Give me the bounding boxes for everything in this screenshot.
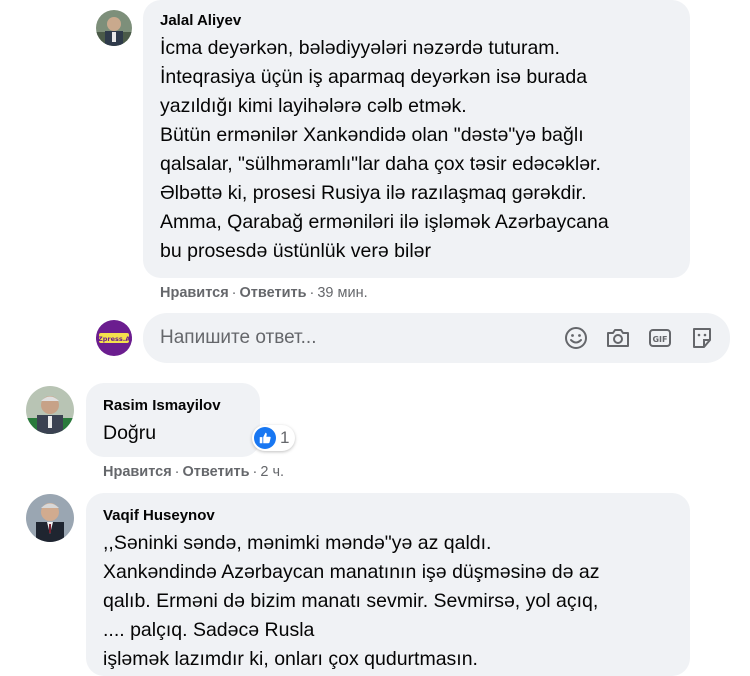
avatar-rasim-ismayilov[interactable] (26, 386, 74, 434)
comment-bubble-vaqif-huseynov: Vaqif Huseynov ,,Səninki səndə, mənimki … (86, 493, 690, 676)
like-link[interactable]: Нравится (160, 285, 229, 301)
comment-timestamp[interactable]: 39 мин. (317, 285, 367, 301)
comment-author[interactable]: Vaqif Huseynov (103, 507, 215, 524)
comment-text: Doğru (103, 422, 157, 444)
avatar-jalal-aliyev[interactable] (96, 10, 132, 46)
reaction-summary[interactable]: 1 (252, 425, 296, 451)
comment-author[interactable]: Jalal Aliyev (160, 12, 241, 29)
comment-text: İcma deyərkən, bələdiyyələri nəzərdə tut… (160, 37, 609, 262)
reply-link[interactable]: Ответить (183, 464, 250, 480)
reply-placeholder: Напишите ответ... (160, 327, 317, 348)
reply-link[interactable]: Ответить (240, 285, 307, 301)
comment-text: ,,Səninki səndə, mənimki məndə"yə az qal… (103, 532, 600, 670)
svg-text:GIF: GIF (652, 335, 667, 344)
avatar-vaqif-huseynov[interactable] (26, 494, 74, 542)
like-link[interactable]: Нравится (103, 464, 172, 480)
comment-actions: Нравится · Ответить · 39 мин. (160, 285, 368, 301)
like-reaction-icon (254, 427, 276, 449)
emoji-icon[interactable] (563, 325, 589, 351)
svg-text:AZpress.AZ: AZpress.AZ (96, 335, 132, 343)
comment-bubble-rasim-ismayilov: Rasim Ismayilov Doğru (86, 383, 260, 457)
camera-icon[interactable] (605, 325, 631, 351)
comment-timestamp[interactable]: 2 ч. (260, 464, 284, 480)
avatar-current-user[interactable]: AZpress.AZ (96, 320, 132, 356)
separator-dot: · (174, 464, 180, 480)
gif-icon[interactable]: GIF (647, 325, 673, 351)
reply-input[interactable]: Напишите ответ... GIF (143, 313, 730, 363)
comment-bubble-jalal-aliyev: Jalal Aliyev İcma deyərkən, bələdiyyələr… (143, 0, 690, 278)
separator-dot: · (309, 285, 315, 301)
sticker-icon[interactable] (689, 325, 715, 351)
comment-actions: Нравится · Ответить · 2 ч. (103, 464, 284, 480)
separator-dot: · (231, 285, 237, 301)
reaction-count: 1 (280, 428, 290, 447)
separator-dot: · (252, 464, 258, 480)
comment-author[interactable]: Rasim Ismayilov (103, 397, 221, 414)
